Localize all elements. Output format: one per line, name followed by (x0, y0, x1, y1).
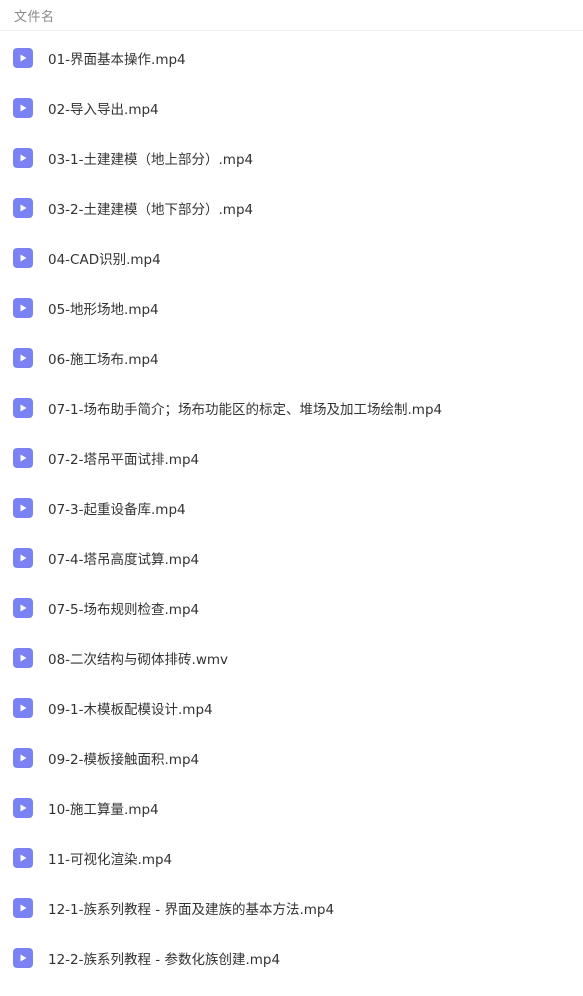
file-row[interactable]: 09-1-木模板配模设计.mp4 (0, 683, 583, 733)
file-row[interactable]: 03-2-土建建模（地下部分）.mp4 (0, 183, 583, 233)
file-list: 01-界面基本操作.mp4 02-导入导出.mp4 03-1-土建建模（地上部分）.… (0, 33, 583, 983)
file-name[interactable]: 11-可视化渲染.mp4 (48, 848, 172, 868)
video-file-icon (13, 148, 33, 168)
file-row[interactable]: 07-5-场布规则检查.mp4 (0, 583, 583, 633)
file-name[interactable]: 07-4-塔吊高度试算.mp4 (48, 548, 199, 568)
video-file-icon (13, 548, 33, 568)
file-row[interactable]: 12-1-族系列教程 - 界面及建族的基本方法.mp4 (0, 883, 583, 933)
file-row[interactable]: 12-2-族系列教程 - 参数化族创建.mp4 (0, 933, 583, 983)
file-name[interactable]: 03-1-土建建模（地上部分）.mp4 (48, 148, 253, 168)
file-name[interactable]: 07-3-起重设备库.mp4 (48, 498, 186, 518)
video-file-icon (13, 948, 33, 968)
video-file-icon (13, 198, 33, 218)
file-row[interactable]: 07-4-塔吊高度试算.mp4 (0, 533, 583, 583)
video-file-icon (13, 498, 33, 518)
file-list-header: 文件名 (0, 0, 583, 31)
video-file-icon (13, 348, 33, 368)
video-file-icon (13, 98, 33, 118)
file-row[interactable]: 08-二次结构与砌体排砖.wmv (0, 633, 583, 683)
file-name[interactable]: 07-5-场布规则检查.mp4 (48, 598, 199, 618)
file-name[interactable]: 07-2-塔吊平面试排.mp4 (48, 448, 199, 468)
video-file-icon (13, 748, 33, 768)
video-file-icon (13, 248, 33, 268)
file-row[interactable]: 10-施工算量.mp4 (0, 783, 583, 833)
file-name[interactable]: 12-2-族系列教程 - 参数化族创建.mp4 (48, 948, 280, 968)
file-row[interactable]: 09-2-模板接触面积.mp4 (0, 733, 583, 783)
video-file-icon (13, 698, 33, 718)
file-name[interactable]: 04-CAD识别.mp4 (48, 248, 161, 268)
video-file-icon (13, 448, 33, 468)
file-row[interactable]: 01-界面基本操作.mp4 (0, 33, 583, 83)
video-file-icon (13, 848, 33, 868)
file-row[interactable]: 07-2-塔吊平面试排.mp4 (0, 433, 583, 483)
video-file-icon (13, 398, 33, 418)
file-name[interactable]: 06-施工场布.mp4 (48, 348, 159, 368)
file-row[interactable]: 07-1-场布助手简介；场布功能区的标定、堆场及加工场绘制.mp4 (0, 383, 583, 433)
video-file-icon (13, 48, 33, 68)
file-row[interactable]: 05-地形场地.mp4 (0, 283, 583, 333)
file-row[interactable]: 07-3-起重设备库.mp4 (0, 483, 583, 533)
file-row[interactable]: 03-1-土建建模（地上部分）.mp4 (0, 133, 583, 183)
file-name[interactable]: 08-二次结构与砌体排砖.wmv (48, 648, 228, 668)
file-name[interactable]: 02-导入导出.mp4 (48, 98, 159, 118)
file-row[interactable]: 02-导入导出.mp4 (0, 83, 583, 133)
file-row[interactable]: 04-CAD识别.mp4 (0, 233, 583, 283)
file-name[interactable]: 09-2-模板接触面积.mp4 (48, 748, 199, 768)
video-file-icon (13, 898, 33, 918)
video-file-icon (13, 598, 33, 618)
file-name[interactable]: 09-1-木模板配模设计.mp4 (48, 698, 213, 718)
file-row[interactable]: 11-可视化渲染.mp4 (0, 833, 583, 883)
file-name[interactable]: 10-施工算量.mp4 (48, 798, 159, 818)
video-file-icon (13, 798, 33, 818)
file-name[interactable]: 05-地形场地.mp4 (48, 298, 159, 318)
video-file-icon (13, 648, 33, 668)
video-file-icon (13, 298, 33, 318)
column-header-filename[interactable]: 文件名 (14, 6, 55, 25)
file-row[interactable]: 06-施工场布.mp4 (0, 333, 583, 383)
file-name[interactable]: 12-1-族系列教程 - 界面及建族的基本方法.mp4 (48, 898, 334, 918)
file-name[interactable]: 03-2-土建建模（地下部分）.mp4 (48, 198, 253, 218)
file-name[interactable]: 07-1-场布助手简介；场布功能区的标定、堆场及加工场绘制.mp4 (48, 398, 442, 418)
file-name[interactable]: 01-界面基本操作.mp4 (48, 48, 186, 68)
